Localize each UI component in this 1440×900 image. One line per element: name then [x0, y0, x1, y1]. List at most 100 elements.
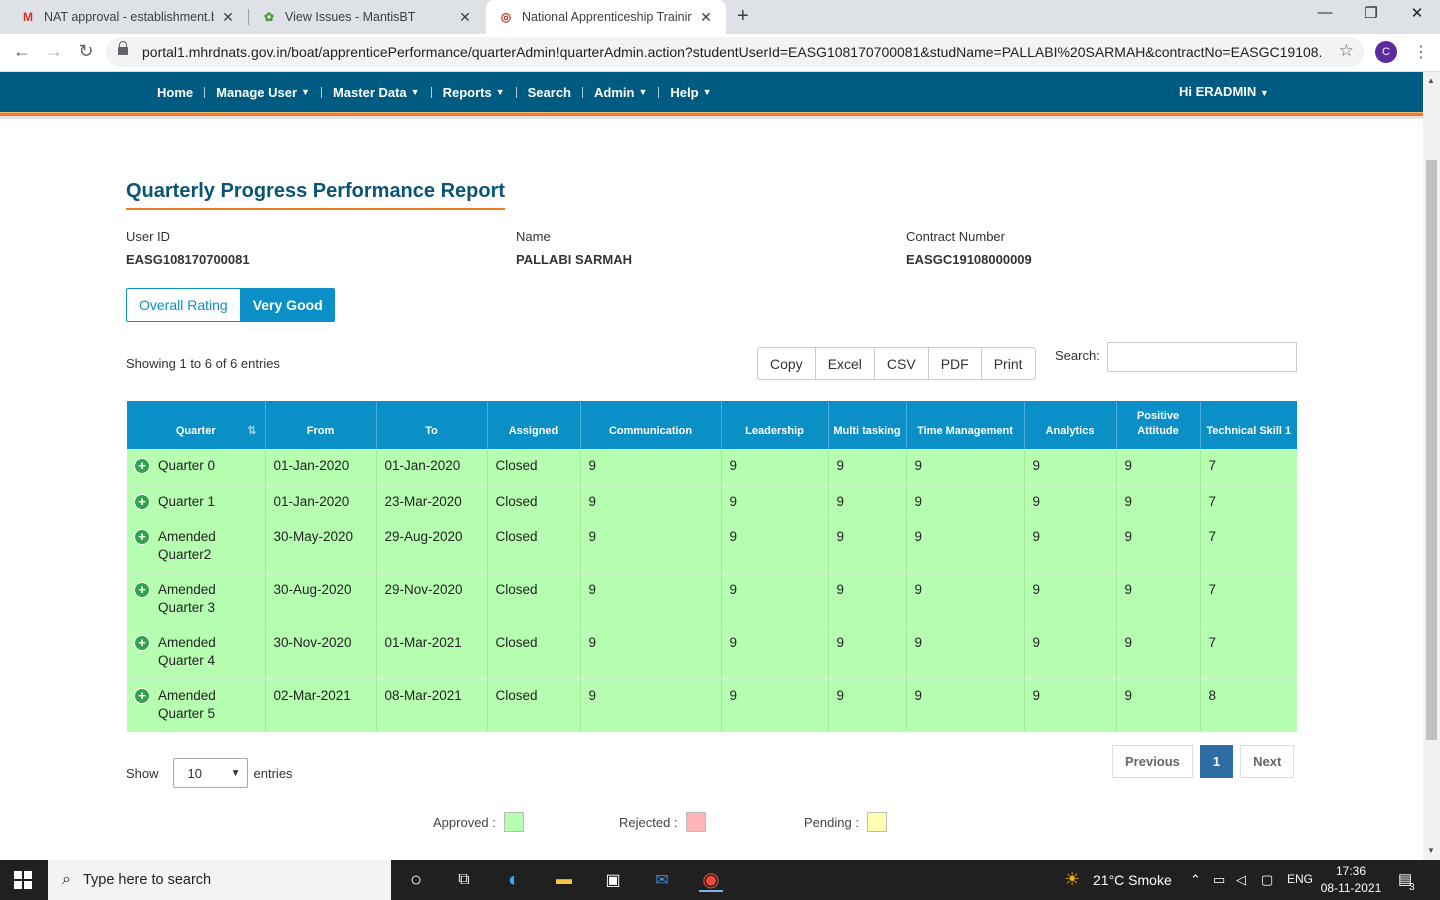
- weather-text[interactable]: 21°C Smoke: [1093, 872, 1172, 888]
- chevron-down-icon: ▼: [301, 87, 310, 97]
- expand-row-icon[interactable]: +: [135, 494, 149, 509]
- cell-time-management: 9: [906, 625, 1025, 679]
- cell-quarter: + Quarter 1: [127, 484, 266, 520]
- file-explorer-icon[interactable]: ▬: [552, 868, 576, 892]
- scroll-down-icon[interactable]: ▼: [1427, 846, 1435, 855]
- table-row[interactable]: + Amended Quarter 5 02-Mar-2021 08-Mar-2021…: [127, 678, 1297, 732]
- column-header-analytics[interactable]: Analytics: [1024, 401, 1117, 449]
- column-header-time-management[interactable]: Time Management: [906, 401, 1025, 449]
- minimize-icon[interactable]: —: [1310, 4, 1340, 21]
- nav-item-manage-user[interactable]: Manage User ▼: [205, 85, 321, 100]
- legend-label: Pending :: [804, 814, 859, 830]
- header-label: Multi tasking: [833, 425, 901, 437]
- column-header-multitasking[interactable]: Multi tasking: [828, 401, 907, 449]
- column-header-technical-skill[interactable]: Technical Skill 1: [1200, 401, 1297, 449]
- weather-icon[interactable]: ☀: [1064, 869, 1080, 890]
- nav-item-help[interactable]: Help ▼: [659, 85, 722, 100]
- close-tab-icon[interactable]: ✕: [698, 9, 714, 26]
- previous-page-button[interactable]: Previous: [1112, 745, 1193, 778]
- column-header-quarter[interactable]: Quarter ⇅: [127, 401, 266, 449]
- close-tab-icon[interactable]: ✕: [457, 9, 473, 26]
- page-1-button[interactable]: 1: [1199, 745, 1234, 778]
- nav-item-reports[interactable]: Reports ▼: [432, 85, 516, 100]
- table-row[interactable]: + Amended Quarter2 30-May-2020 29-Aug-2020 C…: [127, 519, 1297, 573]
- cell-to: 23-Mar-2020: [376, 484, 488, 520]
- nav-item-master-data[interactable]: Master Data ▼: [322, 85, 431, 100]
- back-icon[interactable]: ←: [10, 41, 34, 62]
- entries-label: entries: [253, 765, 293, 781]
- header-label: Time Management: [917, 425, 1013, 437]
- expand-row-icon[interactable]: +: [135, 688, 149, 703]
- column-header-to[interactable]: To: [376, 401, 488, 449]
- table-row[interactable]: + Amended Quarter 3 30-Aug-2020 29-Nov-2020…: [127, 572, 1297, 626]
- scroll-up-icon[interactable]: ▲: [1427, 76, 1435, 85]
- address-bar-row: ← → ↻ portal1.mhrdnats.gov.in/boat/appre…: [0, 34, 1440, 72]
- edge-icon[interactable]: ◐: [502, 868, 526, 892]
- expand-row-icon[interactable]: +: [135, 635, 149, 650]
- clock-time: 17:36: [1335, 864, 1367, 878]
- user-menu[interactable]: Hi ERADMIN ▼: [1179, 84, 1269, 99]
- url-text[interactable]: portal1.mhrdnats.gov.in/boat/apprenticeP…: [142, 44, 1322, 60]
- cell-positive-attitude: 9: [1116, 572, 1201, 626]
- close-window-icon[interactable]: ✕: [1402, 4, 1432, 22]
- page-size-select[interactable]: 10 ▼: [172, 758, 248, 788]
- clock-date: 08-11-2021: [1320, 881, 1382, 895]
- expand-row-icon[interactable]: +: [135, 582, 149, 597]
- volume-icon[interactable]: ◁: [1236, 872, 1246, 888]
- copy-button[interactable]: Copy: [758, 348, 816, 379]
- table-row[interactable]: + Quarter 1 01-Jan-2020 23-Mar-2020 Closed 9 9…: [127, 484, 1297, 520]
- cell-communication: 9: [580, 449, 722, 485]
- store-icon[interactable]: ▣: [601, 868, 625, 892]
- quarter-cell-content: + Amended Quarter2: [135, 528, 257, 564]
- display-icon[interactable]: ▢: [1261, 872, 1273, 888]
- profile-avatar[interactable]: C: [1375, 41, 1397, 63]
- windows-start-icon[interactable]: [14, 871, 32, 889]
- cell-leadership: 9: [721, 572, 829, 626]
- column-header-from[interactable]: From: [265, 401, 377, 449]
- maximize-icon[interactable]: ❐: [1356, 4, 1386, 22]
- cell-quarter: + Amended Quarter 5: [127, 678, 266, 732]
- csv-button[interactable]: CSV: [875, 348, 929, 379]
- nav-item-search[interactable]: Search: [517, 85, 582, 100]
- cell-technical-skill: 7: [1200, 449, 1297, 485]
- column-header-positive-attitude[interactable]: Positive Attitude: [1116, 401, 1201, 449]
- column-header-assigned[interactable]: Assigned: [487, 401, 581, 449]
- chevron-up-icon[interactable]: ⌃: [1190, 872, 1201, 888]
- chrome-icon[interactable]: ◉: [699, 868, 723, 892]
- omnibox[interactable]: portal1.mhrdnats.gov.in/boat/apprenticeP…: [106, 37, 1364, 67]
- taskbar-search-box[interactable]: ⌕ Type here to search: [48, 860, 391, 900]
- mail-icon[interactable]: ✉: [650, 868, 674, 892]
- task-view-icon[interactable]: ⧉: [452, 868, 476, 892]
- expand-row-icon[interactable]: +: [135, 459, 149, 473]
- column-header-communication[interactable]: Communication: [580, 401, 722, 449]
- quarter-cell-content: + Amended Quarter 4: [135, 634, 257, 670]
- nav-label: Help: [670, 84, 699, 100]
- bookmark-star-icon[interactable]: ☆: [1339, 41, 1354, 61]
- pdf-button[interactable]: PDF: [929, 348, 982, 379]
- network-icon[interactable]: ▭: [1213, 872, 1225, 888]
- print-button[interactable]: Print: [982, 348, 1035, 379]
- browser-tab-gmail[interactable]: M NAT approval - establishment.bo ✕: [8, 0, 248, 34]
- nav-item-home[interactable]: Home: [146, 85, 204, 100]
- next-page-button[interactable]: Next: [1240, 745, 1295, 778]
- forward-icon[interactable]: →: [42, 41, 66, 62]
- taskbar-clock[interactable]: 17:36 08-11-2021: [1320, 863, 1382, 897]
- column-header-leadership[interactable]: Leadership: [721, 401, 829, 449]
- browser-tab-nats[interactable]: ◎ National Apprenticeship Training ✕: [486, 0, 726, 34]
- cortana-icon[interactable]: ○: [404, 868, 428, 892]
- nav-item-admin[interactable]: Admin ▼: [583, 85, 658, 100]
- language-indicator[interactable]: ENG: [1287, 872, 1313, 886]
- new-tab-icon[interactable]: +: [737, 5, 749, 28]
- quarter-name: Quarter 0: [158, 458, 216, 473]
- excel-button[interactable]: Excel: [816, 348, 875, 379]
- browser-tab-mantis[interactable]: ✿ View Issues - MantisBT ✕: [249, 0, 485, 34]
- table-row[interactable]: + Quarter 0 01-Jan-2020 01-Jan-2020 Closed 9 9…: [127, 449, 1297, 485]
- reload-icon[interactable]: ↻: [74, 41, 98, 62]
- expand-row-icon[interactable]: +: [135, 529, 149, 544]
- page-scrollbar-thumb[interactable]: [1426, 160, 1437, 740]
- close-tab-icon[interactable]: ✕: [220, 9, 236, 26]
- browser-menu-icon[interactable]: ⋮: [1413, 42, 1429, 62]
- table-row[interactable]: + Amended Quarter 4 30-Nov-2020 01-Mar-2021…: [127, 625, 1297, 679]
- search-input[interactable]: [1107, 342, 1297, 372]
- contract-block: Contract Number EASGC19108000009: [906, 229, 1032, 267]
